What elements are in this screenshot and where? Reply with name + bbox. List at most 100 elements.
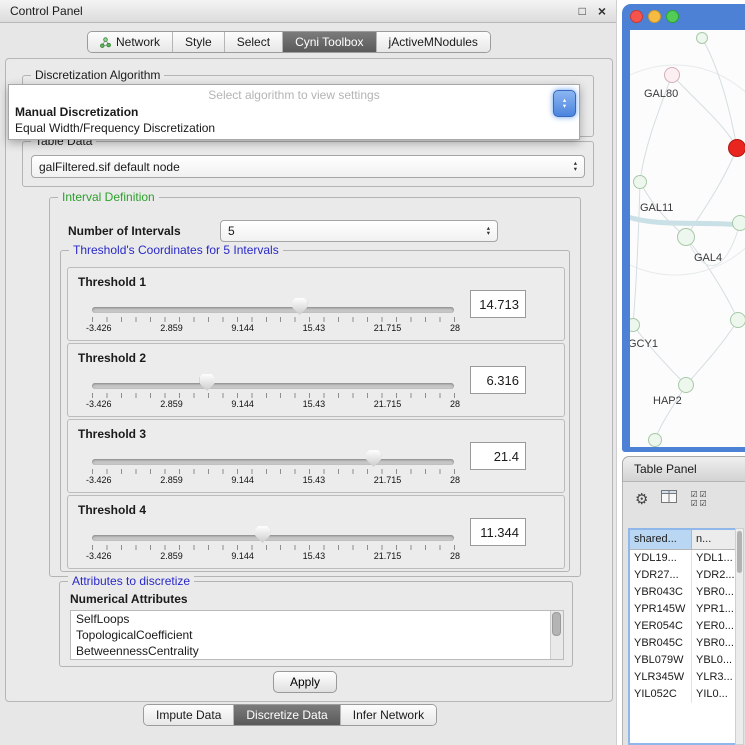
threshold-value-field[interactable]: 11.344 (470, 518, 526, 546)
table-row[interactable]: YDL19...YDL1... (630, 550, 736, 567)
table-row[interactable]: YPR145WYPR1... (630, 601, 736, 618)
network-node-label: GAL4 (694, 252, 722, 264)
scale-tick-label: 2.859 (160, 323, 183, 333)
close-window-icon[interactable]: × (598, 3, 606, 19)
table-row[interactable]: YER054CYER0... (630, 618, 736, 635)
threshold-slider-track[interactable] (92, 383, 454, 389)
thresholds-group-label: Threshold's Coordinates for 5 Intervals (69, 243, 283, 257)
table-row[interactable]: YBR045CYBR0... (630, 635, 736, 652)
scrollbar-thumb[interactable] (552, 612, 561, 636)
network-node[interactable] (696, 32, 708, 44)
threshold-value-field[interactable]: 6.316 (470, 366, 526, 394)
tab-label: jActiveMNodules (389, 35, 478, 49)
arrow-down-icon: ▾ (487, 231, 490, 237)
numerical-attributes-label: Numerical Attributes (70, 592, 188, 606)
scale-tick-label: 15.43 (303, 551, 326, 561)
threshold-panel: Threshold 2 -3.4262.8599.14415.4321.7152… (67, 343, 565, 417)
tab-discretize-data[interactable]: Discretize Data (233, 705, 339, 725)
tab-impute-data[interactable]: Impute Data (144, 705, 233, 725)
network-node[interactable] (648, 433, 662, 447)
network-node[interactable] (677, 228, 695, 246)
scrollbar-thumb[interactable] (737, 531, 742, 573)
attribute-list-item[interactable]: BetweennessCentrality (71, 643, 563, 659)
arrow-down-icon: ▾ (574, 167, 577, 173)
numerical-attributes-list[interactable]: SelfLoopsTopologicalCoefficientBetweenne… (70, 610, 564, 660)
attribute-list-item[interactable]: SelfLoops (71, 611, 563, 627)
scale-tick-label: 15.43 (303, 399, 326, 409)
threshold-scale-labels: -3.4262.8599.14415.4321.71528 (86, 399, 460, 409)
algorithm-option[interactable]: Manual Discretization (9, 104, 579, 120)
tab-label: Infer Network (353, 708, 424, 722)
threshold-scale-labels: -3.4262.8599.14415.4321.71528 (86, 551, 460, 561)
scale-tick-label: 2.859 (160, 399, 183, 409)
network-node[interactable] (732, 215, 745, 231)
network-node[interactable] (664, 67, 680, 83)
tab-infer-network[interactable]: Infer Network (340, 705, 436, 725)
table-row[interactable]: YIL052CYIL0... (630, 686, 736, 703)
threshold-tick-marks (92, 317, 455, 322)
mac-zoom-icon[interactable] (666, 10, 679, 23)
threshold-slider-track[interactable] (92, 535, 454, 541)
algorithm-option[interactable]: Equal Width/Frequency Discretization (9, 120, 579, 136)
tab-cyni-toolbox[interactable]: Cyni Toolbox (282, 32, 375, 52)
scale-tick-label: -3.426 (86, 475, 112, 485)
tab-jactivemnodules[interactable]: jActiveMNodules (376, 32, 490, 52)
table-data-combo[interactable]: galFiltered.sif default node ▴ ▾ (31, 155, 585, 178)
network-node[interactable] (730, 312, 745, 328)
mac-minimize-icon[interactable] (648, 10, 661, 23)
network-node[interactable] (633, 175, 647, 189)
network-node[interactable] (678, 377, 694, 393)
num-intervals-combo[interactable]: 5 ▴ ▾ (220, 220, 498, 242)
threshold-label: Threshold 1 (78, 275, 146, 289)
attributes-list-scrollbar[interactable] (550, 611, 563, 659)
attributes-group-label: Attributes to discretize (68, 574, 194, 588)
table-scrollbar[interactable] (735, 528, 744, 745)
control-panel-body: Discretization Algorithm Table Data galF… (5, 58, 613, 702)
scale-tick-label: 21.715 (374, 399, 402, 409)
scale-tick-label: 9.144 (231, 551, 254, 561)
threshold-label: Threshold 2 (78, 351, 146, 365)
table-row[interactable]: YBR043CYBR0... (630, 584, 736, 601)
network-tab-icon (100, 37, 111, 48)
table-row[interactable]: YDR27...YDR2... (630, 567, 736, 584)
scale-tick-label: 15.43 (303, 475, 326, 485)
threshold-value-field[interactable]: 14.713 (470, 290, 526, 318)
table-settings-gear-icon[interactable]: ⚙ (635, 492, 648, 507)
algorithm-placeholder: Select algorithm to view settings (9, 85, 579, 104)
tab-network[interactable]: Network (88, 32, 172, 52)
bottom-tab-bar: Impute DataDiscretize Data Infer Network (143, 704, 437, 726)
tab-select[interactable]: Select (224, 32, 282, 52)
threshold-slider-track[interactable] (92, 307, 454, 313)
algorithm-combo-stepper[interactable]: ▴ ▾ (553, 90, 576, 117)
attributes-groupbox: Attributes to discretize Numerical Attri… (59, 581, 573, 667)
network-node-selected[interactable] (728, 139, 745, 157)
scale-tick-label: 28 (450, 323, 460, 333)
top-tab-bar: NetworkStyle Select Cyni Toolbox jActiveMNo… (87, 31, 491, 53)
apply-button[interactable]: Apply (273, 671, 337, 693)
attribute-list-item[interactable]: TopologicalCoefficient (71, 627, 563, 643)
network-node-label: GCY1 (630, 338, 658, 350)
tab-label: Select (237, 35, 270, 49)
num-intervals-value: 5 (228, 224, 235, 238)
table-row[interactable]: YBL079WYBL0... (630, 652, 736, 669)
scale-tick-label: -3.426 (86, 551, 112, 561)
table-row[interactable]: YLR345WYLR3... (630, 669, 736, 686)
algorithm-dropdown: Select algorithm to view settings Manual… (8, 84, 580, 140)
threshold-slider-track[interactable] (92, 459, 454, 465)
table-cell: YDR2... (692, 567, 736, 584)
threshold-panel: Threshold 1 -3.4262.8599.14415.4321.7152… (67, 267, 565, 341)
threshold-tick-marks (92, 469, 455, 474)
show-columns-icon[interactable] (661, 490, 677, 508)
column-header-shared-name[interactable]: shared... (630, 530, 692, 549)
network-canvas[interactable]: GAL80GAL11GAL4GCY1HAP2 (630, 30, 745, 447)
threshold-value-field[interactable]: 21.4 (470, 442, 526, 470)
column-header-name[interactable]: n... (692, 530, 736, 549)
float-window-icon[interactable]: □ (579, 4, 586, 18)
mac-close-icon[interactable] (630, 10, 643, 23)
scale-tick-label: 28 (450, 399, 460, 409)
select-columns-checkboxes-icon[interactable]: ☑ ☑ ☑ ☑ (690, 490, 708, 508)
scale-tick-label: 2.859 (160, 475, 183, 485)
mac-window-controls (630, 10, 679, 23)
table-cell: YIL0... (692, 686, 736, 703)
tab-style[interactable]: Style (172, 32, 224, 52)
